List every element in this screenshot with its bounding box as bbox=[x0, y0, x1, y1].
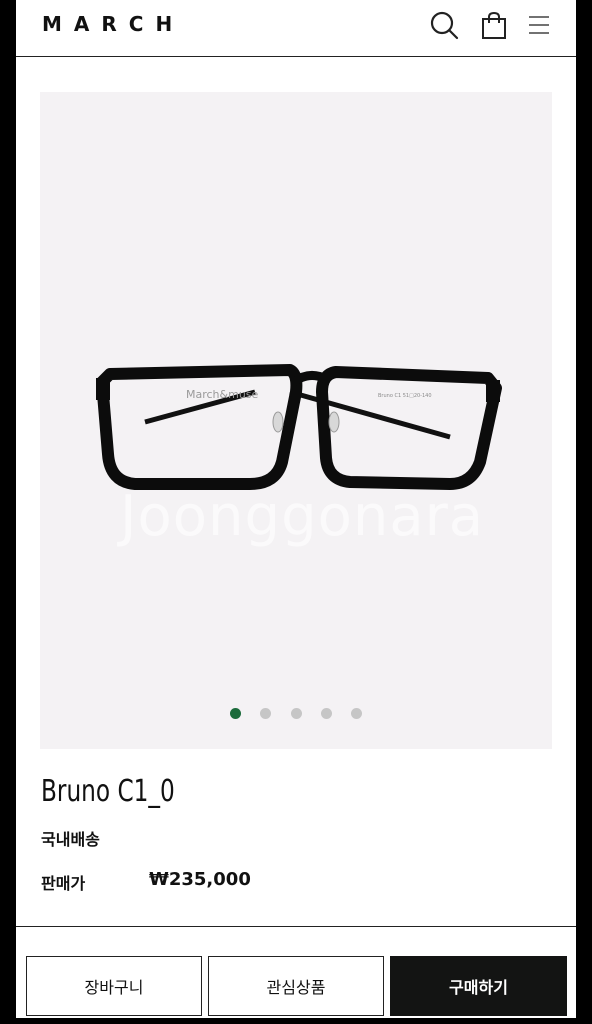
price-value: ₩235,000 bbox=[149, 869, 251, 890]
carousel-indicators bbox=[40, 704, 552, 723]
menu-icon[interactable] bbox=[524, 10, 556, 42]
carousel-dot-2[interactable] bbox=[260, 708, 272, 719]
price-label: 판매가 bbox=[41, 874, 86, 893]
product-name: Bruno C1_0 bbox=[41, 774, 175, 809]
buy-now-button[interactable]: 구매하기 bbox=[390, 956, 567, 1016]
carousel-dot-3[interactable] bbox=[290, 708, 302, 719]
add-to-cart-button[interactable]: 장바구니 bbox=[26, 956, 202, 1016]
carousel-dot-4[interactable] bbox=[320, 708, 332, 719]
purchase-action-bar: 장바구니 관심상품 구매하기 bbox=[16, 926, 576, 1024]
search-icon[interactable] bbox=[428, 10, 460, 42]
carousel-dot-1[interactable] bbox=[230, 708, 242, 719]
shipping-info: 국내배송 bbox=[41, 830, 100, 849]
frame-engraving: March&muse bbox=[186, 388, 259, 401]
add-to-wishlist-button[interactable]: 관심상품 bbox=[208, 956, 384, 1016]
glasses-image: March&muse Bruno C1 51□20-140 bbox=[96, 364, 502, 490]
brand-logo[interactable]: MARCH bbox=[42, 12, 184, 36]
svg-text:Bruno C1 51□20-140: Bruno C1 51□20-140 bbox=[378, 393, 432, 399]
watermark-text: Joonggonara bbox=[120, 484, 485, 549]
shopping-bag-icon[interactable] bbox=[478, 10, 510, 42]
carousel-dot-5[interactable] bbox=[350, 708, 362, 719]
top-navigation-bar: MARCH bbox=[16, 0, 576, 57]
product-page: MARCH March&muse Bruno C1 51□20-140 Joon… bbox=[16, 0, 576, 1024]
bottom-edge bbox=[16, 1018, 576, 1024]
product-image-carousel[interactable]: March&muse Bruno C1 51□20-140 Joonggonar… bbox=[40, 92, 552, 749]
